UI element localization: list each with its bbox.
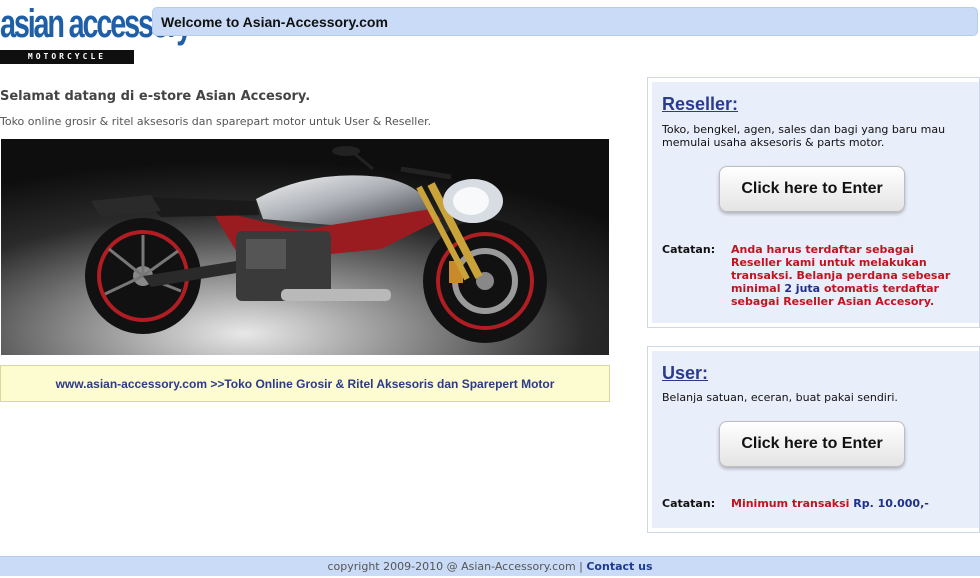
motorcycle-photo (1, 139, 609, 355)
user-note: Minimum transaksi Rp. 10.000,- (731, 497, 967, 510)
reseller-note: Anda harus terdaftar sebagai Reseller ka… (731, 243, 967, 308)
user-panel-inner: User: Belanja satuan, eceran, buat pakai… (652, 351, 979, 528)
footer: copyright 2009-2010 @ Asian-Accessory.co… (0, 556, 980, 576)
tagline-box: www.asian-accessory.com >>Toko Online Gr… (0, 365, 610, 402)
user-title: User: (662, 363, 709, 383)
reseller-panel-inner: Reseller: Toko, bengkel, agen, sales dan… (652, 82, 979, 323)
logo-subtitle: MOTORCYCLE (0, 50, 134, 64)
reseller-note-highlight: 2 juta (784, 282, 821, 295)
intro-text: Toko online grosir & ritel aksesoris dan… (0, 115, 432, 128)
reseller-description: Toko, bengkel, agen, sales dan bagi yang… (662, 123, 946, 149)
intro-heading: Selamat datang di e-store Asian Accesory… (0, 89, 311, 104)
user-panel: User: Belanja satuan, eceran, buat pakai… (647, 346, 980, 533)
user-note-label: Catatan: (662, 497, 716, 510)
footer-copyright: copyright 2009-2010 @ Asian-Accessory.co… (327, 560, 587, 573)
reseller-note-label: Catatan: (662, 243, 716, 256)
header-bar: Welcome to Asian-Accessory.com (152, 7, 978, 36)
reseller-title: Reseller: (662, 94, 739, 114)
tagline-link[interactable]: www.asian-accessory.com >>Toko Online Gr… (1, 377, 609, 391)
reseller-panel: Reseller: Toko, bengkel, agen, sales dan… (647, 77, 980, 328)
user-description: Belanja satuan, eceran, buat pakai sendi… (662, 391, 898, 404)
user-note-part1: Minimum transaksi (731, 497, 854, 510)
contact-us-link[interactable]: Contact us (586, 560, 652, 573)
site-logo[interactable]: asian accessory MOTORCYCLE (0, 0, 192, 66)
user-enter-button[interactable]: Click here to Enter (719, 421, 905, 467)
logo-text: asian accessory (0, 2, 192, 46)
page-title: Welcome to Asian-Accessory.com (161, 14, 388, 30)
user-note-highlight: Rp. 10.000,- (853, 497, 929, 510)
reseller-enter-button[interactable]: Click here to Enter (719, 166, 905, 212)
